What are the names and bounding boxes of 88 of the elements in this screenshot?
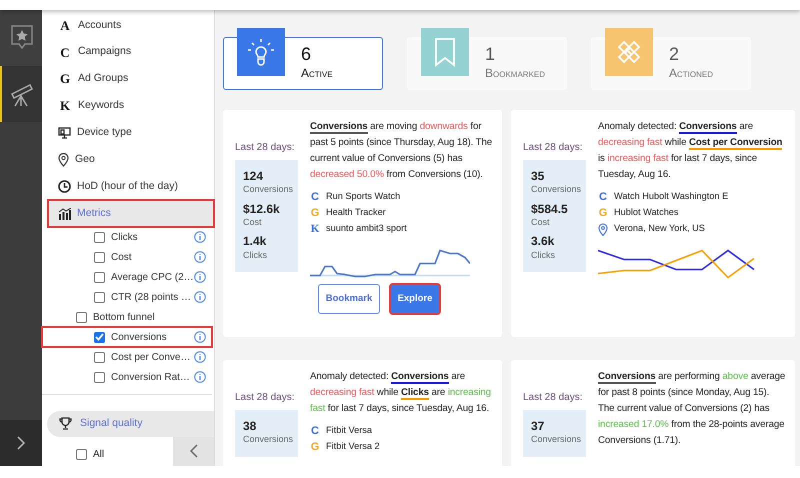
period-label: Last 28 days:	[235, 391, 296, 405]
chevron-right-icon	[17, 436, 25, 450]
checkbox[interactable]	[94, 352, 105, 363]
checkbox-label: All	[93, 448, 104, 462]
entity-type-icon: G	[310, 204, 320, 222]
info-icon	[194, 231, 206, 244]
checkbox-label: Clicks	[111, 230, 138, 245]
metric-label: Conversions	[531, 183, 582, 196]
checkbox[interactable]	[94, 232, 105, 243]
info-icon	[194, 251, 206, 264]
info-icon	[194, 371, 206, 384]
light-bulb-icon	[246, 37, 276, 67]
checkbox[interactable]	[94, 292, 105, 303]
sidebar-item[interactable]: C Campaigns	[42, 38, 214, 66]
info-icon	[194, 291, 206, 304]
map-pin-icon	[58, 152, 69, 167]
filter-tab[interactable]: 1 Bookmarked	[407, 28, 567, 90]
metric-label: Cost	[531, 216, 551, 229]
entity-name: Verona, New York, US	[614, 222, 705, 236]
sidebar-item[interactable]: A Accounts	[42, 12, 214, 39]
sidebar-item[interactable]: G Ad Groups	[42, 66, 214, 93]
entity-name: Run Sports Watch	[326, 190, 400, 204]
checkbox[interactable]	[94, 372, 105, 383]
metric-value: 1.4k	[243, 235, 268, 249]
entity-name: Hublot Watches	[614, 206, 679, 220]
star-icon	[10, 24, 34, 52]
entity-type-icon: G	[310, 438, 320, 456]
filter-tab[interactable]: 6 Active	[223, 28, 383, 90]
metric-value: 37	[531, 420, 546, 434]
checkbox-label: Bottom funnel	[93, 310, 155, 325]
entity-name: suunto ambit3 sport	[326, 222, 407, 236]
sidebar-item[interactable]: Device type	[42, 120, 214, 146]
metric-label: Clicks	[531, 248, 556, 262]
metric-value: $584.5	[531, 202, 569, 216]
explore-button[interactable]: Explore	[390, 284, 440, 314]
entity-type-icon: C	[598, 188, 608, 206]
entity-name: Watch Hubolt Washington E	[614, 190, 728, 204]
entity-type-icon: G	[598, 204, 608, 222]
info-icon	[194, 331, 206, 344]
metric-label: Conversions	[243, 433, 294, 446]
sidebar-item[interactable]: Metrics	[48, 200, 214, 228]
checkbox-label: Cost	[111, 250, 132, 265]
period-label: Last 28 days:	[523, 391, 584, 405]
metric-label: Conversions	[243, 183, 294, 196]
bar-chart-icon	[58, 208, 71, 220]
entity-type-icon: C	[310, 188, 320, 206]
sidebar-item[interactable]: HoD (hour of the day)	[42, 173, 214, 200]
entity-name: Fitbit Versa	[326, 424, 372, 438]
bookmark-icon	[434, 37, 456, 67]
metric-value: 124	[243, 170, 264, 184]
entity-name: Health Tracker	[326, 206, 386, 220]
checkbox-label: Average CPC (2…	[111, 270, 194, 285]
checkbox[interactable]	[94, 252, 105, 263]
entity-type-icon: K	[310, 220, 320, 238]
metric-value: 35	[531, 170, 546, 184]
checkbox[interactable]	[94, 272, 105, 283]
metric-label: Conversions	[531, 433, 582, 446]
period-label: Last 28 days:	[523, 141, 584, 155]
clock-icon	[58, 180, 71, 194]
checkbox[interactable]	[76, 448, 87, 460]
insight-text: Anomaly detected: Conversions are decreasing fast while Cost per Conversion is increasing fast for last 7 days, since Tuesday, Aug 16.	[598, 120, 784, 182]
period-label: Last 28 days:	[235, 141, 296, 155]
metric-value: 3.6k	[531, 235, 556, 249]
sidebar-item[interactable]: K Keywords	[42, 92, 214, 120]
metric-label: Clicks	[243, 248, 268, 262]
info-icon	[194, 351, 206, 364]
signal-quality-item[interactable]: Signal quality	[47, 410, 214, 437]
info-icon	[194, 271, 206, 284]
checkbox-label: Conversions	[111, 330, 167, 345]
entity-name: Fitbit Versa 2	[326, 440, 380, 454]
bookmark-button[interactable]: Bookmark	[318, 284, 380, 314]
checkbox-label: Cost per Conve…	[111, 350, 190, 365]
sidebar-item[interactable]: Geo	[42, 146, 214, 174]
checkbox-label: Conversion Rat…	[111, 370, 190, 385]
entity-type-icon: C	[310, 422, 320, 440]
checkbox-label: CTR (28 points …	[111, 290, 192, 305]
filter-tab[interactable]: 2 Actioned	[591, 28, 751, 90]
insight-text: Conversions are performing above average for past 8 points (since Monday, Aug 15). The current value of Conversions (2) has increased 17.0% from the 28-points average Conversions (1.71).	[598, 370, 786, 448]
insight-text: Anomaly detected: Conversions are decreasing fast while Clicks are increasing fast for last 7 days, since Tuesday, Aug 16.	[310, 370, 492, 416]
trophy-icon	[59, 417, 72, 430]
metric-label: Cost	[243, 216, 263, 229]
checkbox[interactable]	[94, 332, 105, 343]
chevron-left-icon	[190, 444, 198, 458]
metric-value: $12.6k	[243, 202, 281, 216]
metric-value: 38	[243, 420, 258, 434]
checkbox[interactable]	[76, 312, 87, 323]
monitor-icon	[58, 127, 71, 139]
insight-text: Conversions are moving downwards for past 5 points (since Thursday, Aug 18). The current value of Conversions (5) has decreased 50.0% from Conversions (10).	[310, 120, 494, 182]
